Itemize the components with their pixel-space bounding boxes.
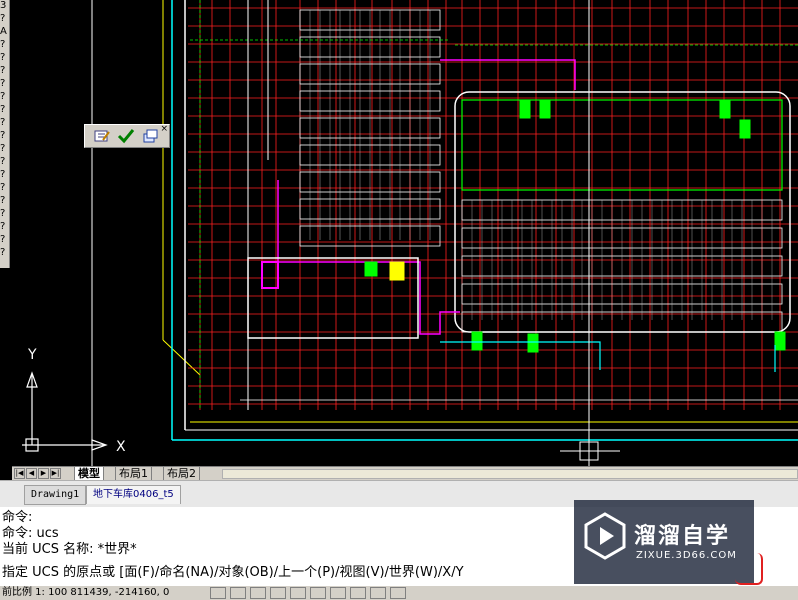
tab-layout1[interactable]: 布局1 [115,467,152,480]
grid-toggle-icon[interactable] [230,587,246,599]
tool-palette-strip[interactable]: 3? A????????????????? [0,0,10,268]
magenta-outline [440,59,576,90]
palette-char: ? [0,247,6,258]
status-bar: 前比例 1: 100 811439, -214160, 0 [0,585,798,600]
room-fill [389,261,405,281]
palette-char: ? [0,169,6,180]
ucs-y-label: Y [27,347,37,363]
equipment-marker [719,99,731,119]
equipment-marker [739,119,751,139]
edit-icon[interactable] [93,128,111,144]
palette-char: ? [0,156,6,167]
equipment-marker [527,333,539,353]
palette-char: ? [0,104,6,115]
palette-char: ? [0,234,6,245]
boundary-line [162,339,201,376]
palette-char: ? [0,143,6,154]
ducs-toggle-icon[interactable] [330,587,346,599]
otrack-toggle-icon[interactable] [310,587,326,599]
palette-char: ? [0,208,6,219]
check-icon[interactable] [117,128,135,144]
red-annotation-mark [735,553,763,585]
equipment-marker [519,99,531,119]
palette-char: A [0,26,7,37]
palette-char: ? [0,65,6,76]
green-zone [461,99,783,191]
command-history-line: 命令: ucs [2,526,59,541]
command-history-line: 命令: [2,510,33,525]
coordinate-readout: 前比例 1: 100 811439, -214160, 0 [2,587,170,598]
command-history-line: 当前 UCS 名称: *世界* [2,542,137,557]
tab-first-button[interactable]: |◀ [14,468,25,479]
doc-tab-garage[interactable]: 地下车库0406_t5 [86,485,181,504]
snap-toggle-icon[interactable] [210,587,226,599]
palette-char: ? [0,78,6,89]
watermark-subtitle: ZIXUE.3D66.COM [636,550,737,561]
watermark-overlay: 溜溜自学 ZIXUE.3D66.COM [574,500,754,584]
tab-model[interactable]: 模型 [74,467,104,480]
doc-tab-drawing1[interactable]: Drawing1 [24,485,87,505]
ortho-toggle-icon[interactable] [250,587,266,599]
palette-char: ? [0,52,6,63]
layer-icon[interactable] [141,128,159,144]
magenta-outline [277,180,460,335]
floating-toolbar[interactable]: × [84,124,170,148]
osnap-toggle-icon[interactable] [290,587,306,599]
polar-toggle-icon[interactable] [270,587,286,599]
palette-scroll-area [0,268,9,466]
tab-next-button[interactable]: ▶ [38,468,49,479]
palette-char: ? [0,91,6,102]
tab-last-button[interactable]: ▶| [50,468,61,479]
palette-char: ? [0,39,6,50]
watermark-title: 溜溜自学 [634,524,731,549]
close-icon[interactable]: × [160,125,168,134]
layout-tab-bar: |◀ ◀ ▶ ▶| 模型 布局1 布局2 [12,466,798,481]
horizontal-scrollbar[interactable] [222,469,798,479]
tab-layout2[interactable]: 布局2 [163,467,200,480]
command-prompt-line[interactable]: 指定 UCS 的原点或 [面(F)/命名(NA)/对象(OB)/上一个(P)/视… [2,565,464,580]
play-logo-icon [584,512,626,560]
room-fill [364,261,378,277]
cyan-line [440,341,601,370]
dyn-toggle-icon[interactable] [350,587,366,599]
equipment-marker [471,331,483,351]
ucs-x-label: X [116,439,126,455]
lwt-toggle-icon[interactable] [370,587,386,599]
palette-char: ? [0,182,6,193]
palette-char: 3 [0,0,7,11]
palette-char: ? [0,13,6,24]
palette-char: ? [0,117,6,128]
equipment-marker [774,331,786,351]
palette-char: ? [0,221,6,232]
palette-char: ? [0,195,6,206]
tab-prev-button[interactable]: ◀ [26,468,37,479]
model-toggle-icon[interactable] [390,587,406,599]
equipment-marker [539,99,551,119]
ucs-icon: Y X [22,347,126,455]
palette-char: ? [0,130,6,141]
